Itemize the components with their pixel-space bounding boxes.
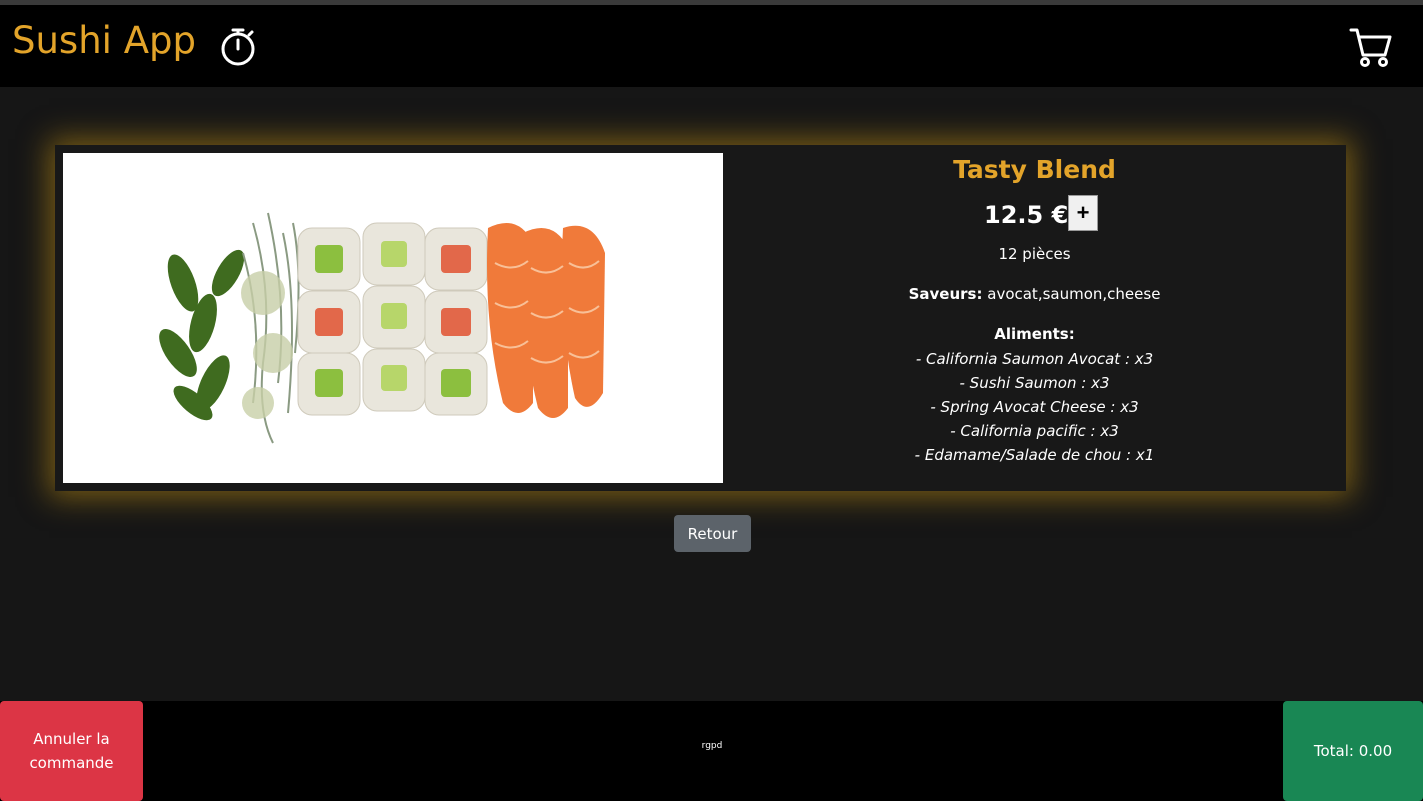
app-header: Sushi App: [0, 5, 1423, 87]
product-name: Tasty Blend: [953, 155, 1116, 184]
list-item: - Spring Avocat Cheese : x3: [930, 398, 1139, 416]
stopwatch-icon[interactable]: [219, 25, 259, 67]
rgpd-link[interactable]: rgpd: [662, 741, 762, 751]
aliments-label: Aliments:: [994, 325, 1075, 343]
app-footer: Annuler la commande rgpd Total: 0.00: [0, 701, 1423, 801]
product-image: [63, 153, 723, 483]
product-price: 12.5 €: [984, 201, 1069, 229]
list-item: - Edamame/Salade de chou : x1: [914, 446, 1155, 464]
add-to-cart-button[interactable]: +: [1068, 195, 1098, 231]
list-item: - Sushi Saumon : x3: [959, 374, 1110, 392]
total-button[interactable]: Total: 0.00: [1283, 701, 1423, 801]
cancel-order-button[interactable]: Annuler la commande: [0, 701, 143, 801]
app-title[interactable]: Sushi App: [12, 19, 196, 63]
list-item: - California Saumon Avocat : x3: [915, 350, 1154, 368]
product-details: Tasty Blend 12.5 € + 12 pièces Saveurs: …: [723, 145, 1346, 491]
cart-icon[interactable]: [1349, 27, 1393, 69]
list-item: - California pacific : x3: [950, 422, 1119, 440]
flavors-label: Saveurs:: [908, 285, 983, 303]
aliments-list: - California Saumon Avocat : x3 - Sushi …: [723, 347, 1346, 467]
back-button[interactable]: Retour: [674, 515, 751, 552]
price-row: 12.5 € +: [723, 195, 1346, 233]
product-card: Tasty Blend 12.5 € + 12 pièces Saveurs: …: [55, 145, 1346, 491]
flavors-value: avocat,saumon,cheese: [987, 285, 1161, 303]
product-pieces: 12 pièces: [998, 245, 1071, 263]
product-flavors: Saveurs: avocat,saumon,cheese: [723, 285, 1346, 303]
